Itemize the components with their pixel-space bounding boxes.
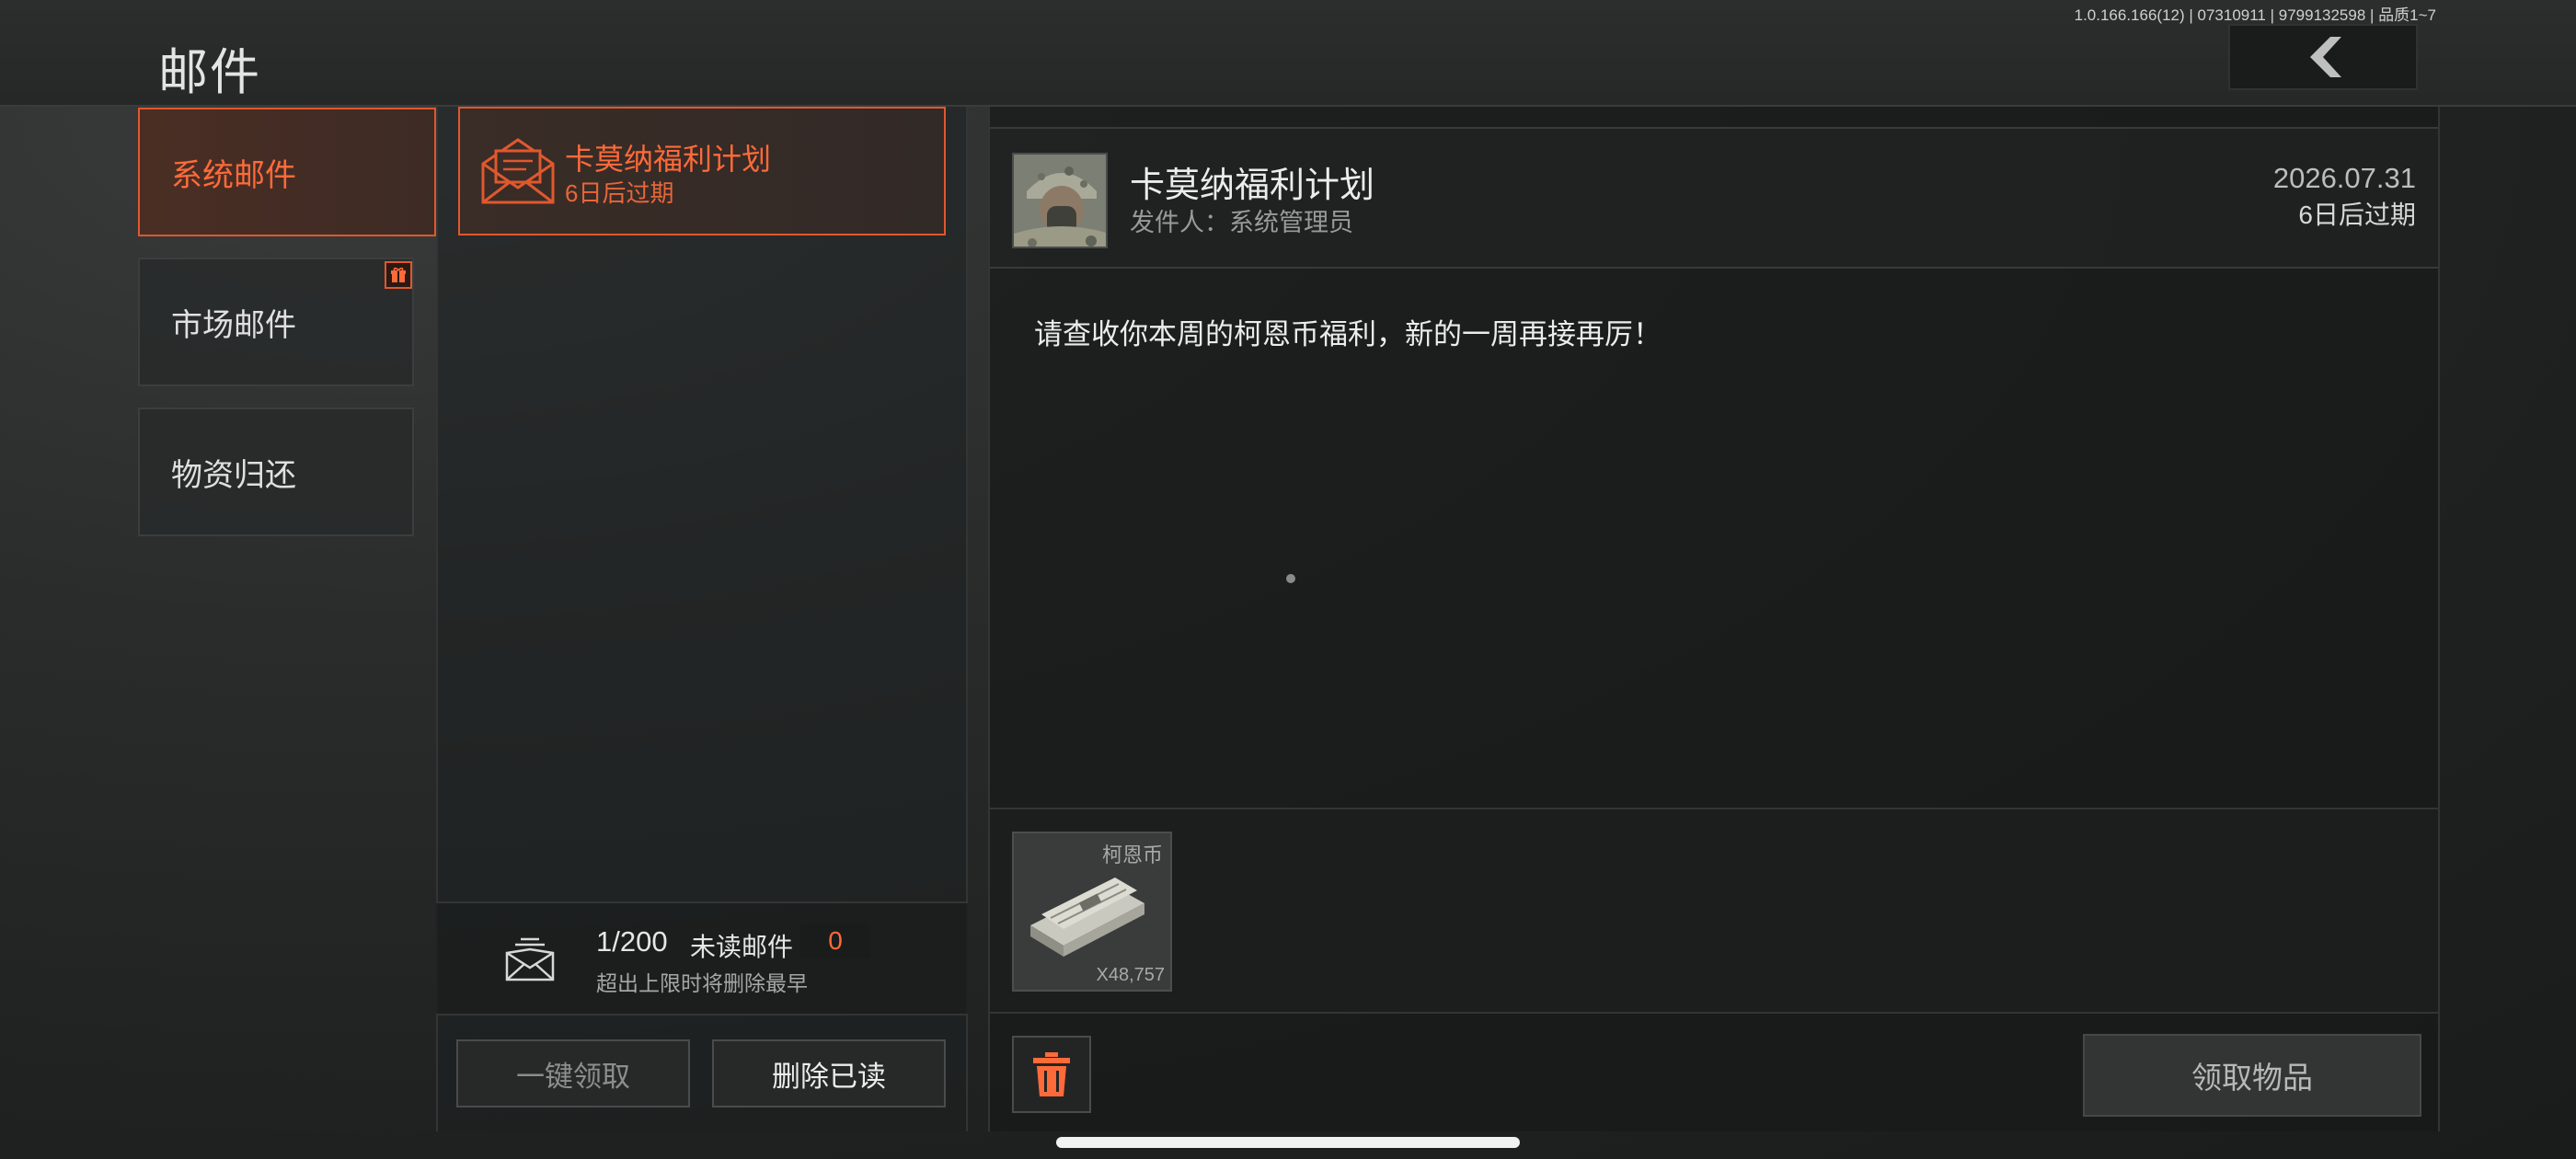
mail-date: 2026.07.31 [2272,162,2416,194]
collect-items-button[interactable]: 领取物品 [2083,1034,2421,1117]
delete-mail-button[interactable] [1012,1036,1091,1113]
mail-item-expiry: 6日后过期 [565,179,674,207]
mail-body-text: 请查收你本周的柯恩币福利，新的一周再接再厉！ [1034,318,1662,350]
category-label: 系统邮件 [171,157,296,193]
mail-limit-note: 超出上限时将删除最早 [596,971,808,995]
category-supply-return[interactable]: 物资归还 [138,407,414,536]
gift-icon [385,261,412,289]
mail-list-item[interactable]: 卡莫纳福利计划 6日后过期 [458,107,946,235]
trash-icon [1033,1052,1070,1096]
build-info-text: 1.0.166.166(12) | 07310911 | 9799132598 … [2074,6,2436,24]
page-title: 邮件 [158,45,261,100]
mail-item-title: 卡莫纳福利计划 [565,143,772,176]
mail-detail-title: 卡莫纳福利计划 [1130,166,1375,205]
mail-expiry: 6日后过期 [2298,201,2416,229]
attachment-item[interactable]: 柯恩币 X48,757 [1012,832,1172,992]
category-label: 市场邮件 [171,307,296,343]
loading-dot [1286,574,1295,583]
open-envelope-icon [481,138,555,204]
category-system-mail[interactable]: 系统邮件 [138,108,438,236]
attachment-area: 柯恩币 X48,757 [990,808,2438,1014]
mail-stats: 1/200 未读邮件 0 超出上限时将删除最早 [436,901,968,1016]
sender-avatar [1012,153,1108,248]
money-stack-icon [1030,878,1144,957]
mail-detail-header: 卡莫纳福利计划 发件人：系统管理员 2026.07.31 6日后过期 [990,127,2438,269]
attachment-quantity: X48,757 [1096,965,1165,985]
mail-sender: 发件人：系统管理员 [1130,209,1353,236]
delete-read-button[interactable]: 删除已读 [712,1039,946,1107]
home-indicator[interactable] [1056,1137,1520,1148]
mail-detail-panel: 卡莫纳福利计划 发件人：系统管理员 2026.07.31 6日后过期 请查收你本… [988,107,2440,1131]
unread-count: 0 [800,924,870,958]
category-market-mail[interactable]: 市场邮件 [138,258,414,386]
attachment-name: 柯恩币 [1101,843,1163,866]
mail-count: 1/200 [596,925,668,958]
unread-label: 未读邮件 [690,933,794,961]
claim-all-button[interactable]: 一键领取 [456,1039,690,1107]
mail-stack-icon [505,937,555,981]
back-button[interactable] [2228,24,2418,90]
chevron-left-icon [2310,37,2341,77]
category-label: 物资归还 [171,457,296,493]
